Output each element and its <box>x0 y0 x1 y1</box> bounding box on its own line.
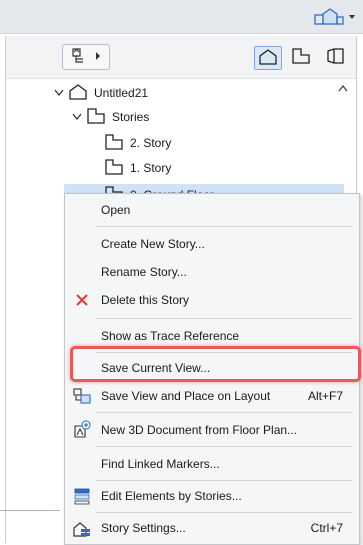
layout-book-button[interactable] <box>322 46 348 68</box>
menu-separator <box>95 512 353 513</box>
menu-item-label: Edit Elements by Stories... <box>101 489 242 503</box>
tree-item-label: Untitled21 <box>94 86 149 100</box>
menu-item-label: Show as Trace Reference <box>101 329 240 343</box>
menu-item-shortcut: Alt+F7 <box>307 389 343 403</box>
tree-item-story[interactable]: 2. Story <box>104 132 171 154</box>
house-icon <box>258 48 278 69</box>
menu-item-open[interactable]: Open <box>65 196 359 224</box>
tree-item-stories[interactable]: Stories <box>72 106 149 128</box>
stories-icon <box>86 107 108 128</box>
menu-separator <box>95 480 353 481</box>
project-house-icon <box>68 83 90 104</box>
story-icon <box>104 133 126 154</box>
chevron-down-icon <box>347 11 357 25</box>
menu-item-delete-story[interactable]: Delete this Story <box>65 286 359 314</box>
menu-item-label: Find Linked Markers... <box>101 457 220 471</box>
story-icon <box>104 158 126 179</box>
menu-separator <box>95 318 353 319</box>
menu-separator <box>95 412 353 413</box>
tree-item-story[interactable]: 1. Story <box>104 157 171 179</box>
menu-item-label: Story Settings... <box>101 521 186 535</box>
navigator-popup-button[interactable] <box>62 44 110 70</box>
delete-x-icon <box>71 289 93 311</box>
menu-item-label: Open <box>101 203 131 217</box>
view-map-button[interactable] <box>288 46 314 68</box>
new-3d-document-icon <box>71 419 93 441</box>
chevron-right-icon <box>94 50 102 64</box>
menu-item-find-linked-markers[interactable]: Find Linked Markers... <box>65 450 359 478</box>
menu-item-rename-story[interactable]: Rename Story... <box>65 258 359 286</box>
menu-item-edit-elements-by-stories[interactable]: Edit Elements by Stories... <box>65 482 359 510</box>
project-map-button[interactable] <box>254 46 282 70</box>
tree-view-icon <box>70 47 90 68</box>
save-view-layout-icon <box>71 385 93 407</box>
menu-item-new-3d-document[interactable]: New 3D Document from Floor Plan... <box>65 416 359 444</box>
menu-item-save-view-place-layout[interactable]: Save View and Place on Layout Alt+F7 <box>65 382 359 410</box>
highlight-box <box>70 346 361 382</box>
divider <box>0 510 60 511</box>
menu-item-label: Save View and Place on Layout <box>101 389 271 403</box>
story-settings-icon <box>71 517 93 539</box>
layout-book-icon <box>325 47 345 68</box>
menu-item-label: Delete this Story <box>101 293 190 307</box>
top-toolbar <box>0 0 363 34</box>
view-map-icon <box>291 47 311 68</box>
navigator-toolbar <box>6 36 356 79</box>
project-map-icon <box>313 7 347 29</box>
menu-separator <box>95 226 353 227</box>
menu-item-shortcut: Ctrl+7 <box>310 521 343 535</box>
menu-item-create-new-story[interactable]: Create New Story... <box>65 230 359 258</box>
menu-item-label: New 3D Document from Floor Plan... <box>101 423 298 437</box>
menu-item-story-settings[interactable]: Story Settings... Ctrl+7 <box>65 514 359 542</box>
chevron-down-icon[interactable] <box>72 113 82 121</box>
menu-item-label: Rename Story... <box>101 265 187 279</box>
tree-item-project[interactable]: Untitled21 <box>54 82 148 104</box>
chevron-down-icon[interactable] <box>54 89 64 97</box>
scroll-up-button[interactable] <box>338 82 348 96</box>
edit-by-stories-icon <box>71 485 93 507</box>
menu-separator <box>95 446 353 447</box>
project-map-popup[interactable] <box>309 7 357 29</box>
tree-item-label: 2. Story <box>130 136 172 150</box>
tree-item-label: Stories <box>112 110 150 124</box>
tree-item-label: 1. Story <box>130 161 172 175</box>
menu-item-label: Create New Story... <box>101 237 205 251</box>
